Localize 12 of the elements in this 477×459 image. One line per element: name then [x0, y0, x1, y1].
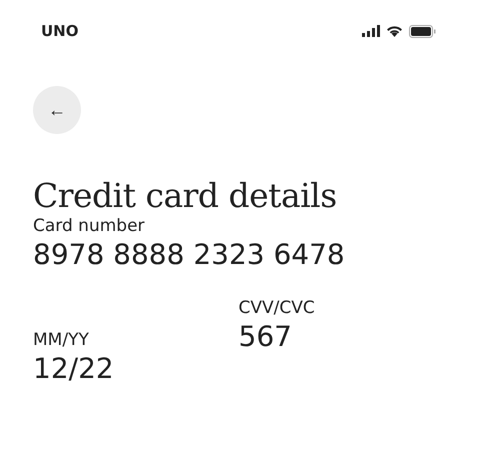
- wifi-icon: [386, 25, 403, 37]
- card-number-value: 8978 8888 2323 6478: [33, 237, 346, 273]
- signal-icon: [362, 25, 380, 37]
- carrier-name: UNO: [41, 22, 78, 40]
- field-label: Card number: [33, 215, 146, 237]
- field-label: MM/YY: [33, 329, 90, 351]
- page-title: Credit card details: [33, 176, 338, 215]
- field-value: 12/22: [33, 351, 115, 387]
- battery-icon: [409, 24, 436, 38]
- field-value: 567: [238, 319, 293, 355]
- field-label: CVV/CVC: [238, 297, 316, 319]
- back-button[interactable]: ←: [33, 86, 81, 134]
